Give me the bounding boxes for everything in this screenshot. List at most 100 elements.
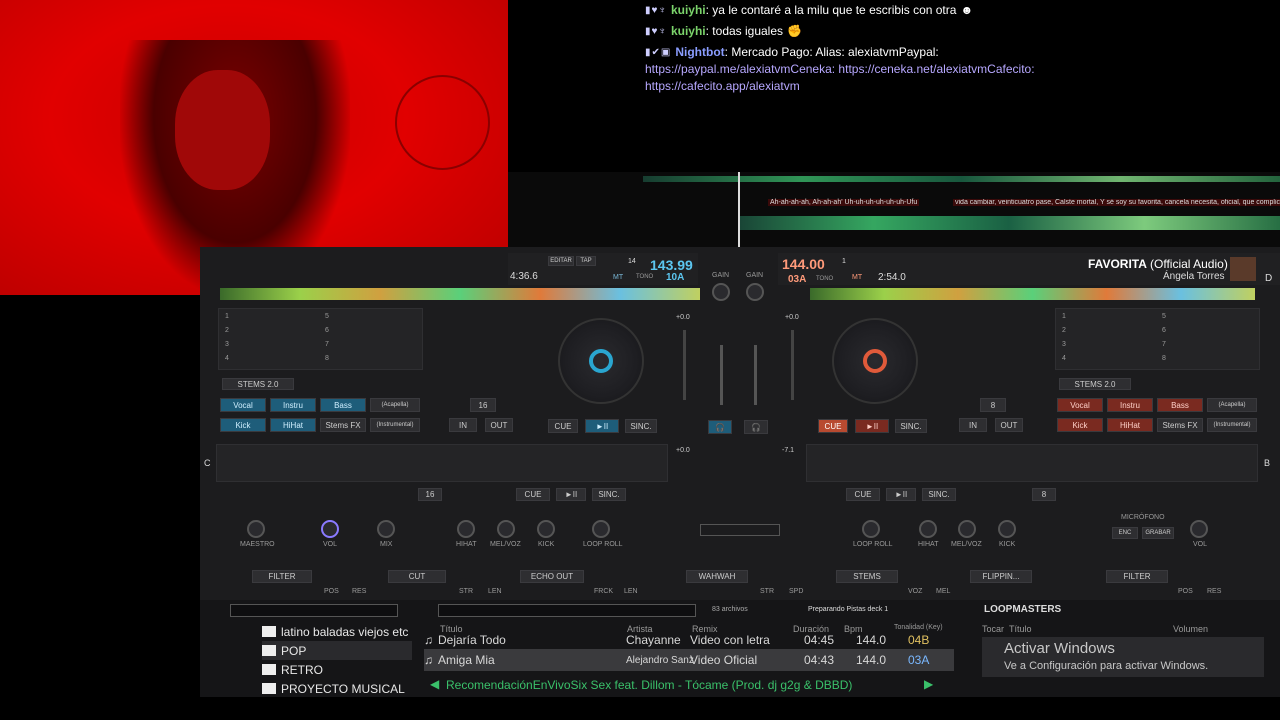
hotcue-1[interactable]: 1 xyxy=(225,313,229,320)
deck-right-play-button[interactable]: ►II xyxy=(855,419,889,433)
deck-right-pitch-slider[interactable] xyxy=(791,330,794,400)
stem-vocal[interactable]: Vocal xyxy=(220,398,266,412)
deck-c-loop-size[interactable]: 16 xyxy=(418,488,442,501)
stem-kick[interactable]: Kick xyxy=(1057,418,1103,432)
stems-dropdown[interactable]: STEMS 2.0 xyxy=(1059,378,1131,390)
folder-item[interactable]: POP xyxy=(262,641,412,660)
stem-hihat[interactable]: HiHat xyxy=(270,418,316,432)
melvoz-knob[interactable] xyxy=(497,520,515,538)
stem-fx[interactable]: Stems FX xyxy=(1157,418,1203,432)
fx-select[interactable]: FILTER xyxy=(1106,570,1168,583)
hotcue-8[interactable]: 8 xyxy=(325,355,329,362)
kick-knob[interactable] xyxy=(537,520,555,538)
deck-c-waveform[interactable] xyxy=(216,444,668,482)
headphone-right-icon[interactable]: 🎧 xyxy=(744,420,768,434)
hotcue-3[interactable]: 3 xyxy=(225,341,229,348)
folder-item[interactable]: latino baladas viejos etc xyxy=(262,622,412,641)
deck-right-waveform[interactable] xyxy=(810,288,1255,300)
fx-select[interactable]: FLIPPIN... xyxy=(970,570,1032,583)
chat-username[interactable]: kuiyhi xyxy=(671,24,706,38)
prev-icon[interactable]: ◀ xyxy=(430,677,439,691)
stem-instrumental[interactable]: (Instrumental) xyxy=(370,418,420,432)
edit-button[interactable]: EDITAR xyxy=(548,256,574,266)
hotcue-2[interactable]: 2 xyxy=(225,327,229,334)
deck-left-pitch-slider[interactable] xyxy=(683,330,686,400)
deck-right-cue-button[interactable]: CUE xyxy=(818,419,848,433)
loop-size[interactable]: 8 xyxy=(980,398,1006,412)
deck-b-waveform[interactable] xyxy=(806,444,1258,482)
stems-dropdown[interactable]: STEMS 2.0 xyxy=(222,378,294,390)
deck-left-play-button[interactable]: ►II xyxy=(585,419,619,433)
deck-c-cue-button[interactable]: CUE xyxy=(516,488,550,501)
stem-fx[interactable]: Stems FX xyxy=(320,418,366,432)
table-row[interactable]: ♫ Dejaría Todo Chayanne Video con letra … xyxy=(424,629,954,651)
headphone-left-icon[interactable]: 🎧 xyxy=(708,420,732,434)
deck-left-sync-button[interactable]: SINC. xyxy=(625,419,657,433)
loop-in-button[interactable]: IN xyxy=(449,418,477,432)
hotcue-4[interactable]: 4 xyxy=(1062,355,1066,362)
hotcue-2[interactable]: 2 xyxy=(1062,327,1066,334)
loop-out-button[interactable]: OUT xyxy=(995,418,1023,432)
deck-b-play-button[interactable]: ►II xyxy=(886,488,916,501)
volume-fader-left[interactable] xyxy=(720,345,723,405)
stem-bass[interactable]: Bass xyxy=(1157,398,1203,412)
stem-acapella[interactable]: (Acapella) xyxy=(370,398,420,412)
hihat-knob[interactable] xyxy=(919,520,937,538)
deck-c-sync-button[interactable]: SINC. xyxy=(592,488,626,501)
deck-right-sync-button[interactable]: SINC. xyxy=(895,419,927,433)
deck-c-play-button[interactable]: ►II xyxy=(556,488,586,501)
hotcue-6[interactable]: 6 xyxy=(325,327,329,334)
deck-b-sync-button[interactable]: SINC. xyxy=(922,488,956,501)
stem-instru[interactable]: Instru xyxy=(270,398,316,412)
folder-search-input[interactable] xyxy=(230,604,398,617)
fx-select[interactable]: CUT xyxy=(388,570,446,583)
hotcue-3[interactable]: 3 xyxy=(1062,341,1066,348)
vol-knob[interactable] xyxy=(321,520,339,538)
melvoz-knob[interactable] xyxy=(958,520,976,538)
folder-item[interactable]: RETRO xyxy=(262,660,412,679)
folder-item[interactable]: PROYECTO MUSICAL xyxy=(262,679,412,698)
chat-link[interactable]: https://cafecito.app/alexiatvm xyxy=(645,78,1280,95)
loop-size[interactable]: 16 xyxy=(470,398,496,412)
loop-out-button[interactable]: OUT xyxy=(485,418,513,432)
gain-knob-left[interactable] xyxy=(712,283,730,301)
volume-fader-right[interactable] xyxy=(754,345,757,405)
deck-left-cue-button[interactable]: CUE xyxy=(548,419,578,433)
mix-knob[interactable] xyxy=(377,520,395,538)
hotcue-6[interactable]: 6 xyxy=(1162,327,1166,334)
fx-select[interactable]: STEMS xyxy=(836,570,898,583)
fx-select[interactable]: WAHWAH xyxy=(686,570,748,583)
loop-roll-knob[interactable] xyxy=(862,520,880,538)
table-row[interactable]: ♫ Amiga Mia Alejandro Sanz Video Oficial… xyxy=(424,649,954,671)
hotcue-5[interactable]: 5 xyxy=(1162,313,1166,320)
deck-left-waveform[interactable] xyxy=(220,288,700,300)
loop-in-button[interactable]: IN xyxy=(959,418,987,432)
crossfader[interactable] xyxy=(700,524,780,536)
stem-vocal[interactable]: Vocal xyxy=(1057,398,1103,412)
hotcue-5[interactable]: 5 xyxy=(325,313,329,320)
stem-bass[interactable]: Bass xyxy=(320,398,366,412)
chat-link[interactable]: https://paypal.me/alexiatvmCeneka: https… xyxy=(645,61,1280,78)
stem-hihat[interactable]: HiHat xyxy=(1107,418,1153,432)
hotcue-4[interactable]: 4 xyxy=(225,355,229,362)
mic-enc-button[interactable]: ENC xyxy=(1112,527,1138,539)
gain-knob-right[interactable] xyxy=(746,283,764,301)
stem-kick[interactable]: Kick xyxy=(220,418,266,432)
maestro-knob[interactable] xyxy=(247,520,265,538)
hotcue-7[interactable]: 7 xyxy=(1162,341,1166,348)
stem-instrumental[interactable]: (Instrumental) xyxy=(1207,418,1257,432)
deck-right-jogwheel[interactable] xyxy=(832,318,918,404)
loop-roll-knob[interactable] xyxy=(592,520,610,538)
fx-select[interactable]: ECHO OUT xyxy=(520,570,584,583)
mic-record-button[interactable]: GRABAR xyxy=(1142,527,1174,539)
deck-b-cue-button[interactable]: CUE xyxy=(846,488,880,501)
deck-b-loop-size[interactable]: 8 xyxy=(1032,488,1056,501)
hihat-knob[interactable] xyxy=(457,520,475,538)
waveform-overview[interactable]: Ah-ah-ah-ah, Ah-ah-ah' Uh-uh-uh-uh-uh-uh… xyxy=(508,172,1280,247)
hotcue-7[interactable]: 7 xyxy=(325,341,329,348)
chat-username[interactable]: Nightbot xyxy=(675,45,724,59)
chat-username[interactable]: kuiyhi xyxy=(671,3,706,17)
next-icon[interactable]: ▶ xyxy=(924,677,933,691)
recommendation-text[interactable]: RecomendaciónEnVivoSix Sex feat. Dillom … xyxy=(446,678,852,692)
deck-left-jogwheel[interactable] xyxy=(558,318,644,404)
